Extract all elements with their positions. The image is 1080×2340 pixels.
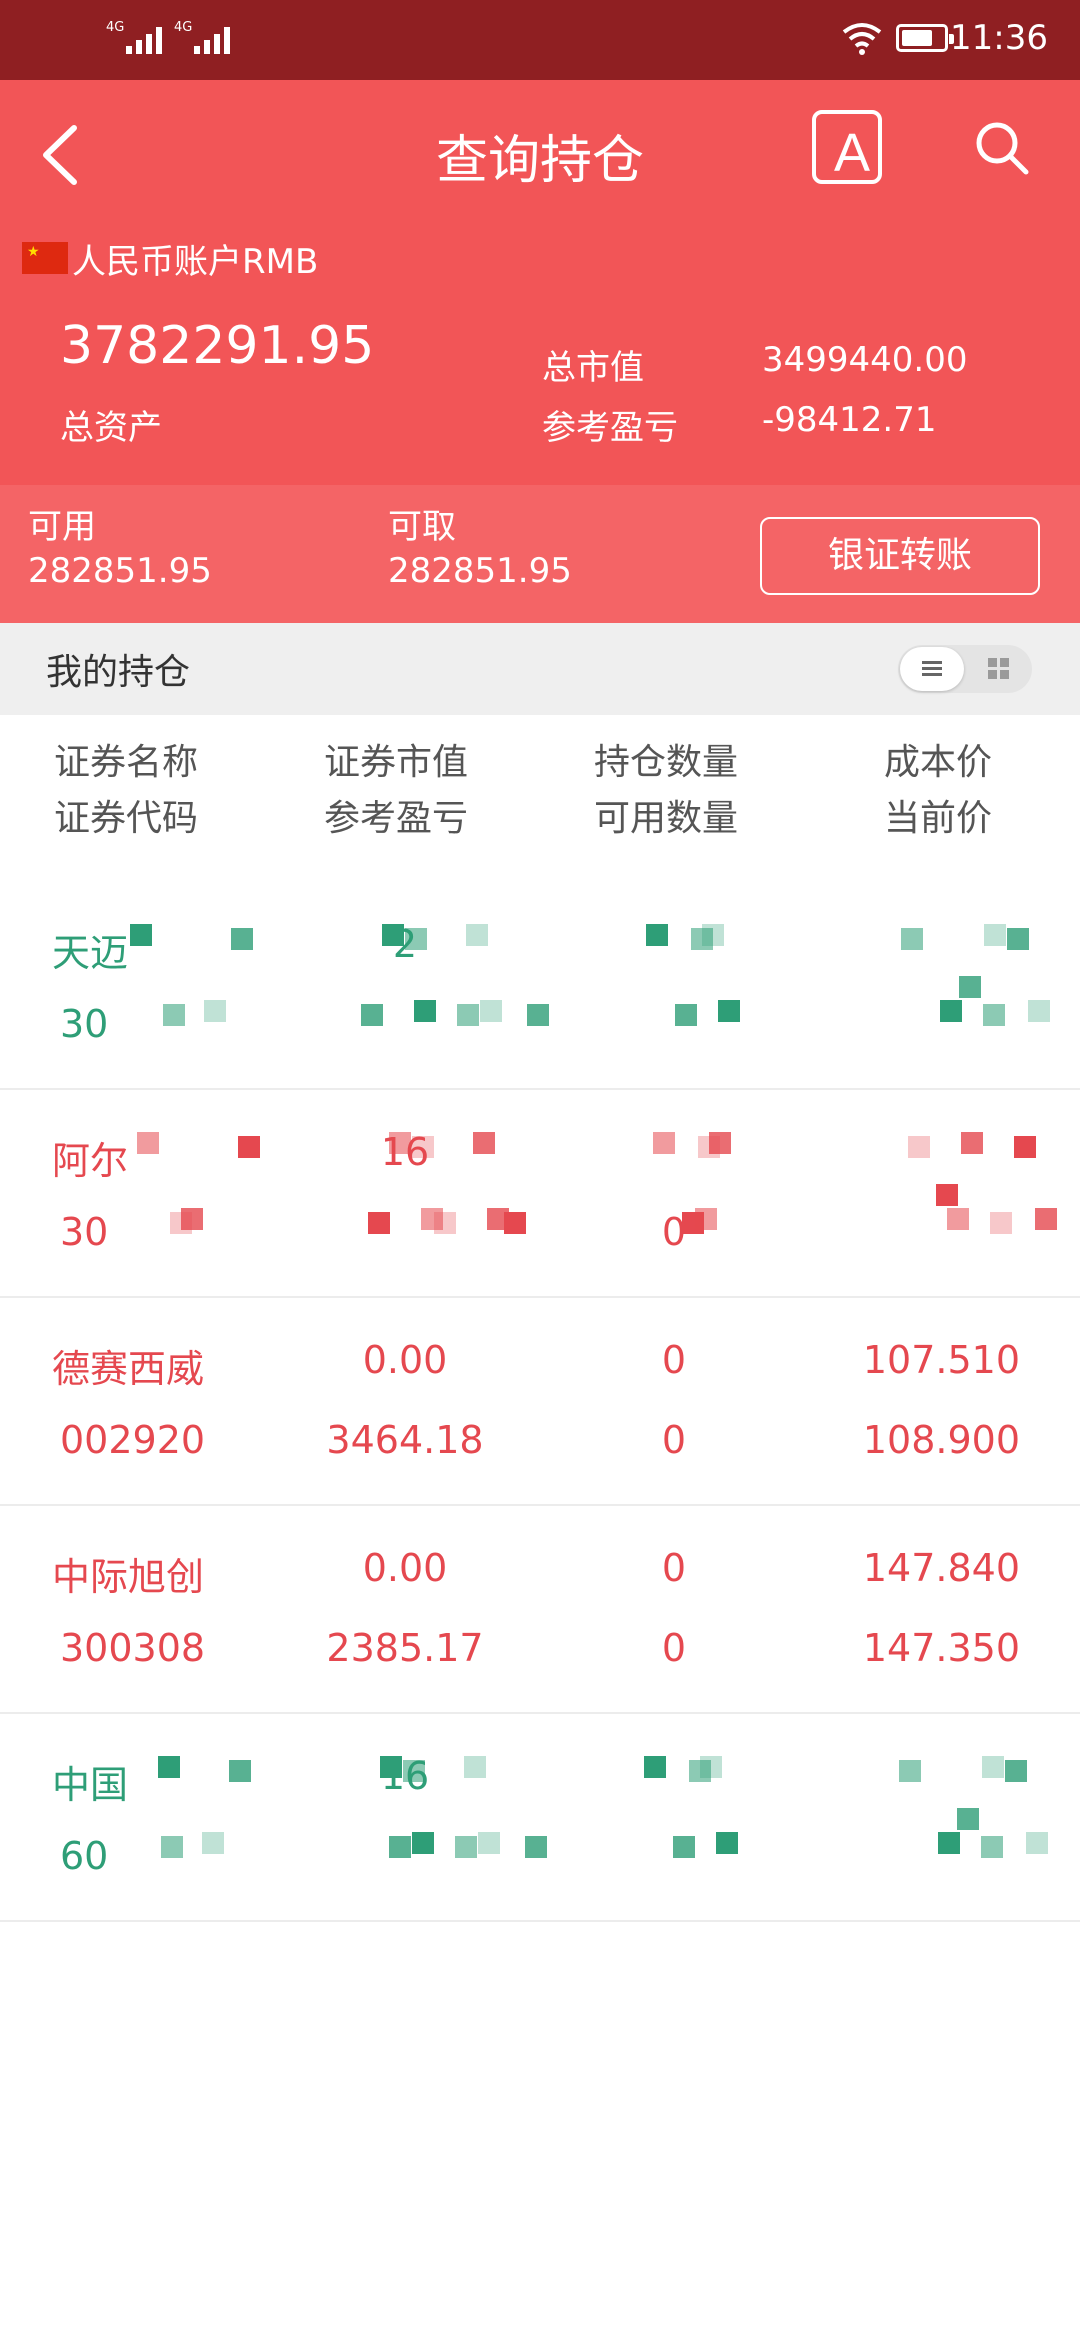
network-type-label: 4G bbox=[106, 20, 125, 35]
withdrawable-label: 可取 bbox=[388, 507, 456, 547]
wifi-icon bbox=[842, 23, 882, 55]
cellular-signal-icon: 4G bbox=[104, 20, 164, 56]
holding-pnl: 3464.18 bbox=[326, 1418, 484, 1462]
bank-securities-transfer-button[interactable]: 银证转账 bbox=[760, 517, 1040, 595]
holdings-column-headers: 证券名称 证券代码 证券市值 参考盈亏 持仓数量 可用数量 成本价 当前价 bbox=[0, 735, 1080, 855]
holding-market-value: 0.00 bbox=[362, 1338, 448, 1382]
holding-cost: 147.840 bbox=[862, 1546, 1020, 1590]
usable-value: 282851.95 bbox=[28, 551, 212, 591]
withdrawable-value: 282851.95 bbox=[388, 551, 572, 591]
holding-row[interactable]: 德赛西威 002920 0.00 3464.18 0 0 107.510 108.900 bbox=[0, 1296, 1080, 1506]
total-assets-value: 3782291.95 bbox=[60, 316, 375, 376]
column-header-line: 当前价 bbox=[884, 798, 993, 839]
grid-view-icon[interactable] bbox=[988, 658, 1010, 680]
holding-position: 0 bbox=[661, 1338, 687, 1382]
column-header-line: 证券名称 bbox=[54, 742, 199, 783]
holding-price: 108.900 bbox=[862, 1418, 1020, 1462]
holding-name: 德赛西威 bbox=[52, 1347, 205, 1391]
account-header: 查询持仓 A ★ 人民币账户RMB 3782291.95 总资产 总市值 349… bbox=[0, 80, 1080, 485]
account-name: 人民币账户RMB bbox=[72, 242, 319, 282]
holding-pnl: 2385.17 bbox=[326, 1626, 484, 1670]
holding-row[interactable]: 阿尔30160 bbox=[0, 1088, 1080, 1298]
holding-code: 300308 bbox=[60, 1626, 206, 1670]
market-value: 3499440.00 bbox=[762, 340, 968, 380]
holding-row[interactable]: 天迈302 bbox=[0, 880, 1080, 1090]
column-header: 证券名称 证券代码 bbox=[54, 735, 198, 847]
column-header-line: 证券代码 bbox=[54, 798, 199, 839]
usable-label: 可用 bbox=[28, 507, 96, 547]
holding-code: 60 bbox=[60, 1834, 109, 1878]
market-value-label: 总市值 bbox=[542, 348, 644, 388]
holding-name: 中际旭创 bbox=[52, 1555, 205, 1599]
holding-market-value: 0.00 bbox=[362, 1546, 448, 1590]
status-bar: 4G 4G 11:36 bbox=[0, 0, 1080, 80]
column-header: 持仓数量 可用数量 bbox=[594, 735, 738, 847]
holding-available: 0 bbox=[661, 1210, 687, 1254]
status-time: 11:36 bbox=[950, 18, 1048, 58]
column-header-line: 可用数量 bbox=[594, 798, 739, 839]
cellular-signal-icon: 4G bbox=[172, 20, 232, 56]
column-header-line: 成本价 bbox=[884, 742, 993, 783]
holding-name: 中国 bbox=[52, 1763, 129, 1807]
pnl-value: -98412.71 bbox=[762, 400, 937, 440]
holding-name: 阿尔 bbox=[52, 1139, 129, 1183]
list-view-icon bbox=[922, 661, 942, 677]
font-size-button[interactable]: A bbox=[812, 110, 882, 184]
list-view-option[interactable] bbox=[900, 647, 964, 691]
view-mode-toggle[interactable] bbox=[898, 645, 1032, 693]
holding-row[interactable]: 中国6016 bbox=[0, 1712, 1080, 1922]
holding-cost: 107.510 bbox=[862, 1338, 1020, 1382]
search-icon[interactable] bbox=[972, 118, 1032, 178]
font-size-glyph: A bbox=[834, 123, 871, 183]
holding-code: 002920 bbox=[60, 1418, 206, 1462]
column-header: 证券市值 参考盈亏 bbox=[324, 735, 468, 847]
total-assets-label: 总资产 bbox=[60, 408, 162, 448]
holding-available: 0 bbox=[661, 1626, 687, 1670]
pnl-label: 参考盈亏 bbox=[542, 408, 678, 448]
page-title: 查询持仓 bbox=[435, 131, 644, 191]
battery-icon bbox=[896, 24, 954, 52]
holding-available: 0 bbox=[661, 1418, 687, 1462]
my-holdings-bar: 我的持仓 bbox=[0, 623, 1080, 715]
holding-row[interactable]: 中际旭创 300308 0.00 2385.17 0 0 147.840 147.350 bbox=[0, 1504, 1080, 1714]
china-flag-icon: ★ bbox=[22, 242, 68, 274]
holding-name: 天迈 bbox=[52, 931, 129, 975]
available-funds-band: 可用 282851.95 可取 282851.95 银证转账 bbox=[0, 485, 1080, 623]
holding-code: 30 bbox=[60, 1210, 109, 1254]
holding-price: 147.350 bbox=[862, 1626, 1020, 1670]
column-header-line: 持仓数量 bbox=[594, 742, 739, 783]
my-holdings-label: 我的持仓 bbox=[46, 652, 191, 693]
column-header-line: 参考盈亏 bbox=[324, 798, 469, 839]
holding-position: 0 bbox=[661, 1546, 687, 1590]
holding-code: 30 bbox=[60, 1002, 109, 1046]
network-type-label: 4G bbox=[174, 20, 193, 35]
column-header-line: 证券市值 bbox=[324, 742, 469, 783]
column-header: 成本价 当前价 bbox=[884, 735, 992, 847]
